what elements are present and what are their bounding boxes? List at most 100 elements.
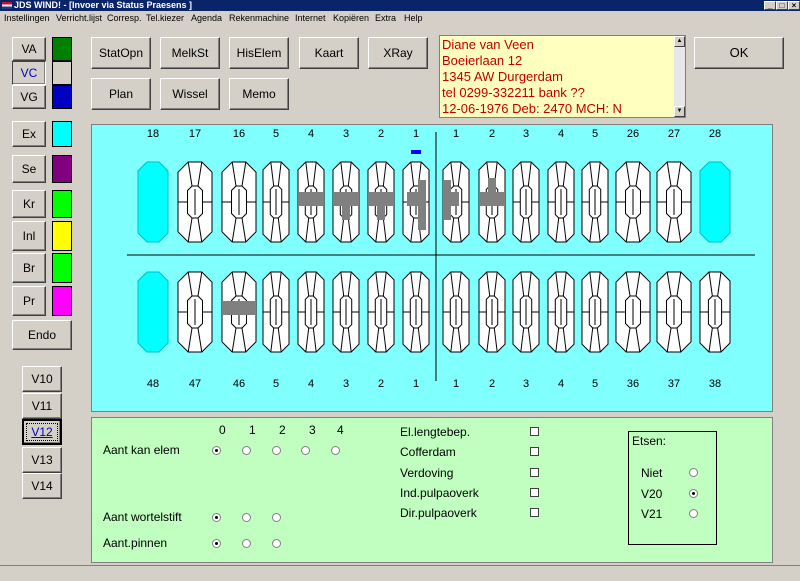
menu-corresp[interactable]: Corresp. xyxy=(107,11,142,25)
lower-tooth-36[interactable] xyxy=(615,271,651,353)
filling-upper-1-left-center xyxy=(451,192,459,206)
ind-pulpaoverk-checkbox[interactable] xyxy=(530,488,539,497)
etsen-v21-radio[interactable] xyxy=(689,509,698,518)
lower-tooth-1[interactable] xyxy=(442,271,470,353)
lower-tooth-4[interactable] xyxy=(547,271,575,353)
menu-help[interactable]: Help xyxy=(404,11,423,25)
upper-tooth-4[interactable] xyxy=(547,161,575,243)
memo-button[interactable]: Memo xyxy=(229,78,289,110)
br-button[interactable]: Br xyxy=(12,253,46,283)
wortelstift-radio-2[interactable] xyxy=(272,513,281,522)
upper-tooth-number: 4 xyxy=(558,128,564,140)
menu-instellingen[interactable]: Instellingen xyxy=(4,11,50,25)
vc-button[interactable]: VC xyxy=(12,61,46,85)
upper-tooth-26[interactable] xyxy=(615,161,651,243)
se-button[interactable]: Se xyxy=(12,155,46,183)
teeth-diagram[interactable]: 18 48 17 47 16 46 5 5 4 4 3 3 2 2 1 1 1 1 2 2 3 3 4 4 5 5 26 36 27 37… xyxy=(92,125,772,411)
menu-tel-kiezer[interactable]: Tel.kiezer xyxy=(146,11,184,25)
pr-button[interactable]: Pr xyxy=(12,286,46,316)
lower-tooth-2[interactable] xyxy=(367,271,395,353)
ok-button[interactable]: OK xyxy=(694,37,784,69)
pinnen-radio-2[interactable] xyxy=(272,539,281,548)
kr-button[interactable]: Kr xyxy=(12,190,46,218)
kan-elem-radio-1[interactable] xyxy=(242,446,251,455)
lower-tooth-48[interactable] xyxy=(137,271,169,353)
upper-tooth-3[interactable] xyxy=(512,161,540,243)
etsen-v21-label: V21 xyxy=(641,507,663,521)
visit-button-v12[interactable]: V12 xyxy=(22,419,62,445)
br-color-swatch xyxy=(52,253,72,283)
lower-tooth-38[interactable] xyxy=(699,271,731,353)
statopn-button[interactable]: StatOpn xyxy=(91,37,151,69)
visit-button-v10[interactable]: V10 xyxy=(22,366,62,392)
aant-wortelstift-label: Aant wortelstift xyxy=(103,510,182,524)
upper-tooth-5[interactable] xyxy=(581,161,609,243)
hiselem-button[interactable]: HisElem xyxy=(229,37,289,69)
menu-agenda[interactable]: Agenda xyxy=(191,11,222,25)
scroll-down-icon[interactable]: ▼ xyxy=(674,106,685,117)
kaart-button[interactable]: Kaart xyxy=(299,37,359,69)
menu-kopieren[interactable]: Kopiëren xyxy=(333,11,369,25)
upper-tooth-18[interactable] xyxy=(137,161,169,243)
wortelstift-radio-1[interactable] xyxy=(242,513,251,522)
endo-button[interactable]: Endo xyxy=(12,320,72,350)
plan-button[interactable]: Plan xyxy=(91,78,151,110)
patient-info-box: Diane van Veen Boeierlaan 12 1345 AW Dur… xyxy=(439,35,686,118)
cofferdam-checkbox[interactable] xyxy=(530,447,539,456)
count-header-1: 1 xyxy=(249,423,256,437)
melkst-button[interactable]: MelkSt xyxy=(160,37,220,69)
dir-pulpaoverk-checkbox[interactable] xyxy=(530,508,539,517)
lower-tooth-number: 46 xyxy=(233,378,245,390)
pinnen-radio-1[interactable] xyxy=(242,539,251,548)
lower-tooth-5[interactable] xyxy=(262,271,290,353)
upper-tooth-16[interactable] xyxy=(221,161,257,243)
vg-button[interactable]: VG xyxy=(12,85,46,109)
lower-tooth-3[interactable] xyxy=(332,271,360,353)
kan-elem-radio-0[interactable] xyxy=(212,446,221,455)
lower-tooth-number: 2 xyxy=(378,378,384,390)
lower-tooth-2[interactable] xyxy=(478,271,506,353)
dental-chart[interactable]: 18 48 17 47 16 46 5 5 4 4 3 3 2 2 1 1 1 1 2 2 3 3 4 4 5 5 26 36 27 37… xyxy=(91,124,773,412)
se-color-swatch xyxy=(52,155,72,183)
visit-button-v11[interactable]: V11 xyxy=(22,393,62,419)
lower-tooth-5[interactable] xyxy=(581,271,609,353)
kan-elem-radio-2[interactable] xyxy=(272,446,281,455)
verdoving-checkbox[interactable] xyxy=(530,468,539,477)
patient-scrollbar[interactable]: ▲ ▼ xyxy=(674,36,685,117)
menu-extra[interactable]: Extra xyxy=(375,11,396,25)
el-lengtebep-checkbox[interactable] xyxy=(530,427,539,436)
pinnen-radio-0[interactable] xyxy=(212,539,221,548)
etsen-title: Etsen: xyxy=(632,434,667,448)
filling-upper-4 xyxy=(298,192,324,206)
xray-button[interactable]: XRay xyxy=(368,37,428,69)
etsen-v20-radio[interactable] xyxy=(689,489,698,498)
inl-button[interactable]: Inl xyxy=(12,221,46,251)
minimize-button[interactable]: _ xyxy=(764,1,776,10)
wissel-button[interactable]: Wissel xyxy=(160,78,220,110)
visit-button-v14[interactable]: V14 xyxy=(22,473,62,499)
kan-elem-radio-3[interactable] xyxy=(301,446,310,455)
count-header-0: 0 xyxy=(219,423,226,437)
lower-tooth-4[interactable] xyxy=(297,271,325,353)
ex-button[interactable]: Ex xyxy=(12,121,46,147)
lower-tooth-1[interactable] xyxy=(402,271,430,353)
visit-button-v13[interactable]: V13 xyxy=(22,447,62,473)
lower-tooth-3[interactable] xyxy=(512,271,540,353)
va-button[interactable]: VA xyxy=(12,37,46,61)
upper-tooth-27[interactable] xyxy=(656,161,692,243)
menu-rekenmachine[interactable]: Rekenmachine xyxy=(229,11,289,25)
upper-tooth-28[interactable] xyxy=(699,161,731,243)
close-button[interactable]: × xyxy=(788,1,800,10)
lower-tooth-37[interactable] xyxy=(656,271,692,353)
upper-tooth-17[interactable] xyxy=(177,161,213,243)
maximize-button[interactable]: □ xyxy=(776,1,788,10)
lower-tooth-47[interactable] xyxy=(177,271,213,353)
menu-bar: Instellingen Verricht.lijst Corresp. Tel… xyxy=(0,11,800,25)
upper-tooth-5[interactable] xyxy=(262,161,290,243)
menu-internet[interactable]: Internet xyxy=(295,11,326,25)
wortelstift-radio-0[interactable] xyxy=(212,513,221,522)
etsen-niet-radio[interactable] xyxy=(689,468,698,477)
menu-verricht-lijst[interactable]: Verricht.lijst xyxy=(56,11,102,25)
kan-elem-radio-4[interactable] xyxy=(331,446,340,455)
scroll-up-icon[interactable]: ▲ xyxy=(674,36,685,47)
